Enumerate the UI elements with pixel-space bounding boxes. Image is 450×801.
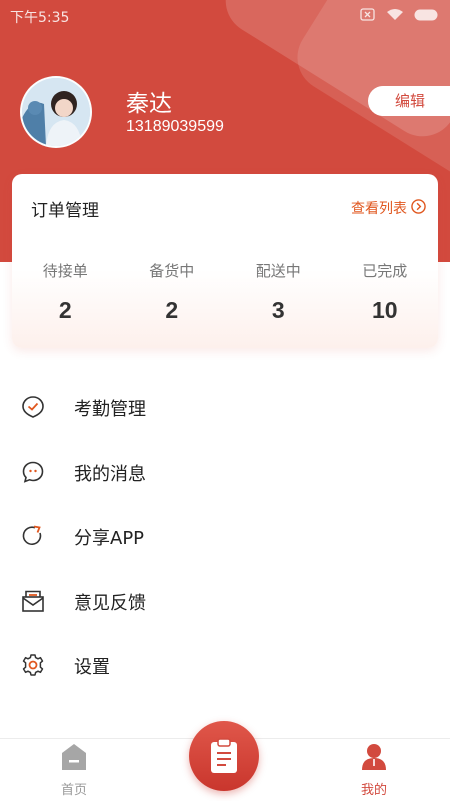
order-management-card: 订单管理 查看列表 待接单 2 备货中 2 配送中 3 已完成 10 <box>12 174 438 348</box>
tab-label: 首页 <box>60 783 87 798</box>
menu-label: 我的消息 <box>74 463 146 485</box>
stat-pending[interactable]: 待接单 2 <box>12 260 119 324</box>
menu-item-attendance[interactable]: 考勤管理 <box>0 375 450 440</box>
wifi-icon <box>386 8 404 25</box>
menu-list: 考勤管理 我的消息 分享APP 意见反馈 设置 <box>0 375 450 698</box>
menu-item-share[interactable]: 分享APP <box>0 504 450 569</box>
user-phone: 13189039599 <box>126 118 224 135</box>
edit-profile-button[interactable]: 编辑 <box>368 86 450 116</box>
stat-label: 配送中 <box>255 262 301 280</box>
stat-value: 10 <box>371 297 398 323</box>
user-name: 秦达 <box>126 91 172 117</box>
battery-icon <box>414 9 440 25</box>
status-bar: 下午5:35 <box>0 0 450 30</box>
stat-preparing[interactable]: 备货中 2 <box>119 260 226 324</box>
menu-label: 考勤管理 <box>74 399 146 420</box>
stat-label: 待接单 <box>42 262 88 280</box>
stat-label: 已完成 <box>362 262 408 280</box>
share-refresh-icon <box>21 524 45 548</box>
chevron-right-icon <box>411 198 426 218</box>
status-time: 下午5:35 <box>10 10 70 26</box>
user-icon <box>361 743 387 771</box>
message-bubble-icon <box>21 460 45 484</box>
view-list-link[interactable]: 查看列表 <box>351 198 426 218</box>
menu-label: 分享APP <box>74 528 145 549</box>
menu-item-settings[interactable]: 设置 <box>0 633 450 698</box>
sim-icon <box>360 8 376 25</box>
order-card-title: 订单管理 <box>31 201 99 221</box>
stat-value: 2 <box>165 297 179 323</box>
attendance-check-icon <box>21 395 45 419</box>
stat-value: 2 <box>58 297 72 323</box>
menu-item-messages[interactable]: 我的消息 <box>0 440 450 505</box>
stat-completed[interactable]: 已完成 10 <box>332 260 439 324</box>
gear-icon <box>21 653 45 677</box>
home-icon <box>61 743 87 771</box>
stat-value: 3 <box>271 297 285 323</box>
center-action-button[interactable] <box>189 721 259 791</box>
tab-label: 我的 <box>360 783 387 798</box>
avatar[interactable] <box>20 76 92 148</box>
stat-label: 备货中 <box>149 262 195 280</box>
stat-delivering[interactable]: 配送中 3 <box>225 260 332 324</box>
view-list-label: 查看列表 <box>351 201 407 217</box>
menu-item-feedback[interactable]: 意见反馈 <box>0 569 450 634</box>
clipboard-icon <box>210 738 238 778</box>
menu-label: 意见反馈 <box>74 592 146 614</box>
menu-label: 设置 <box>74 657 110 678</box>
order-stats: 待接单 2 备货中 2 配送中 3 已完成 10 <box>12 260 438 324</box>
feedback-envelope-icon <box>21 589 45 613</box>
tab-home[interactable]: 首页 <box>29 739 119 801</box>
tab-mine[interactable]: 我的 <box>329 739 419 801</box>
